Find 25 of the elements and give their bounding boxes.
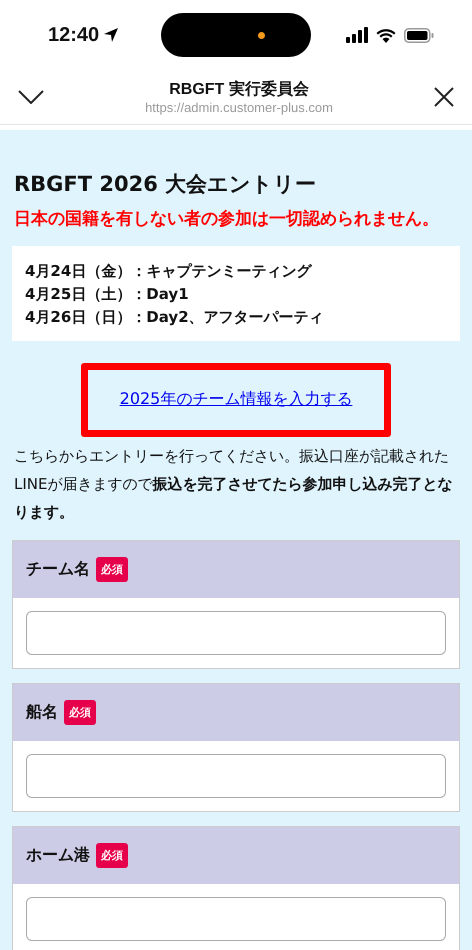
page-url: https://admin.customer-plus.com	[145, 100, 333, 115]
warning-notice: 日本の国籍を有しない者の参加は一切認められません。	[14, 208, 440, 231]
battery-icon	[404, 28, 434, 42]
field-label: 船名	[26, 702, 58, 723]
close-icon[interactable]	[434, 87, 454, 107]
input-field[interactable]	[26, 611, 446, 655]
schedule-line: 4月25日（土）：Day1	[25, 284, 190, 305]
team-info-link[interactable]: 2025年のチーム情報を入力する	[120, 389, 352, 409]
required-badge: 必須	[96, 843, 128, 868]
chevron-down-icon[interactable]	[18, 90, 44, 104]
page-title: RBGFT 実行委員会	[169, 79, 309, 100]
schedule-line: 4月26日（日）：Day2、アフターパーティ	[25, 307, 325, 328]
schedule-line: 4月24日（金）：キャプテンミーティング	[25, 261, 313, 282]
field-label: ホーム港	[26, 845, 90, 866]
input-field[interactable]	[26, 897, 446, 941]
form-heading: RBGFT 2026 大会エントリー	[13, 171, 318, 198]
field-label: チーム名	[26, 559, 90, 580]
required-badge: 必須	[64, 700, 96, 725]
required-badge: 必須	[96, 557, 128, 582]
input-field[interactable]	[26, 754, 446, 798]
wifi-icon	[376, 27, 396, 43]
signal-icon	[346, 27, 368, 43]
instructions-text: こちらからエントリーを行ってください。振込口座が記載されたLINEが届きますので振込を完了させてたら参加申し込み完了となります。	[14, 446, 454, 523]
status-time: 12:40	[48, 24, 100, 46]
location-arrow-icon	[103, 27, 120, 43]
